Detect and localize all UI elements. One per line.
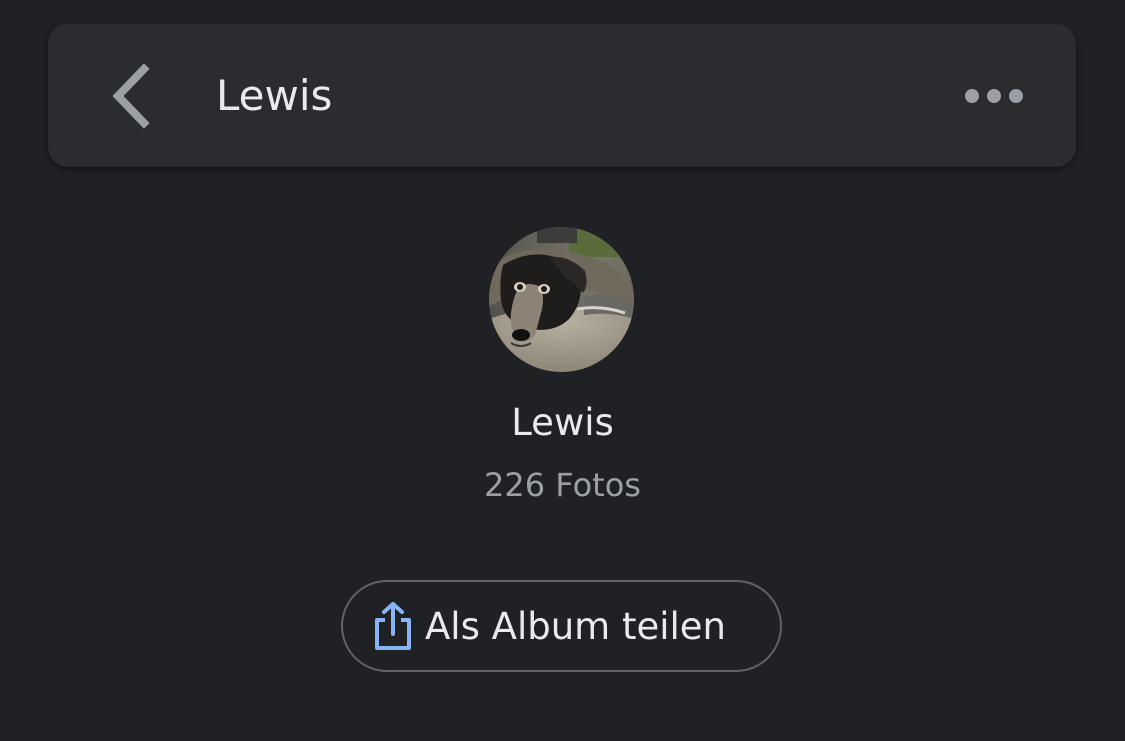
page-title: Lewis xyxy=(216,71,333,120)
chevron-left-icon xyxy=(112,63,150,129)
more-horizontal-icon xyxy=(965,89,1023,103)
album-name: Lewis xyxy=(511,401,614,444)
share-as-album-button[interactable]: Als Album teilen xyxy=(341,580,782,672)
page: Lewis Lewis 226 Fotos Als Album teilen xyxy=(0,0,1125,741)
share-button-label: Als Album teilen xyxy=(425,605,727,648)
top-app-bar: Lewis xyxy=(48,24,1076,167)
back-button[interactable] xyxy=(100,52,164,140)
dog-photo xyxy=(489,227,634,372)
avatar[interactable] xyxy=(489,227,634,372)
share-icon xyxy=(375,602,411,650)
photo-count: 226 Fotos xyxy=(484,466,641,504)
more-options-button[interactable] xyxy=(954,76,1034,116)
